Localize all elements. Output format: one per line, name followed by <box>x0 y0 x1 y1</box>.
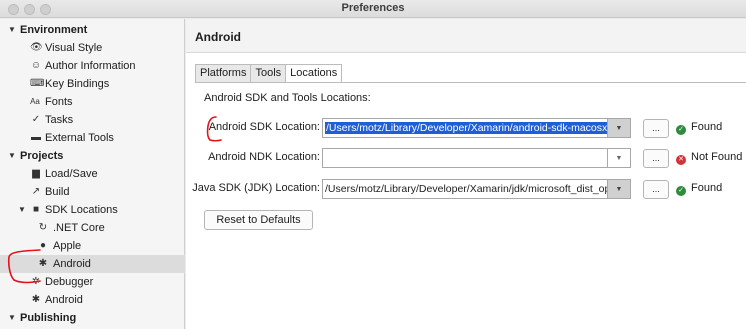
sidebar-item-fonts[interactable]: Aa Fonts <box>0 93 185 111</box>
fonts-icon: Aa <box>30 97 40 106</box>
android-ndk-location-label: Android NDK Location: <box>208 151 320 163</box>
sidebar-item-load-save[interactable]: ▆ Load/Save <box>0 165 185 183</box>
section-title: Android SDK and Tools Locations: <box>204 92 371 104</box>
android-sdk-status: ✓ Found <box>676 121 722 135</box>
java-sdk-location-field[interactable]: /Users/motz/Library/Developer/Xamarin/jd… <box>322 179 608 199</box>
error-icon: ✕ <box>676 155 686 165</box>
status-text: Found <box>691 121 723 133</box>
java-sdk-status: ✓ Found <box>676 182 722 196</box>
tab-bar: Platforms Tools Locations <box>195 64 343 83</box>
android-sdk-dropdown-button[interactable]: ▼ <box>608 118 631 138</box>
disclosure-open-icon[interactable]: ▼ <box>8 309 16 327</box>
android-ndk-location-field[interactable] <box>322 148 608 168</box>
sidebar-category-publishing[interactable]: ▼ Publishing <box>0 309 185 327</box>
sidebar-item-apple[interactable]: ● Apple <box>0 237 185 255</box>
sidebar-item-label: .NET Core <box>53 222 105 234</box>
preferences-sidebar: ▼ Environment 👁 Visual Style ☺ Author In… <box>0 19 185 329</box>
sidebar-item-label: Publishing <box>20 312 77 324</box>
checkmark-icon: ✓ <box>31 114 41 125</box>
sidebar-item-debugger[interactable]: ✲ Debugger <box>0 273 185 291</box>
toolbox-icon: ▬ <box>31 132 41 143</box>
sidebar-item-label: Visual Style <box>45 42 103 54</box>
android-icon: ✱ <box>31 294 41 305</box>
folder-icon: ■ <box>32 204 40 215</box>
sidebar-category-projects[interactable]: ▼ Projects <box>0 147 185 165</box>
android-ndk-status: ✕ Not Found <box>676 151 742 165</box>
sidebar-item-label: External Tools <box>45 132 114 144</box>
android-settings-panel: Android Platforms Tools Locations Androi… <box>186 19 746 329</box>
tab-platforms[interactable]: Platforms <box>195 64 251 83</box>
android-sdk-location-label: Android SDK Location: <box>208 121 320 133</box>
android-icon: ✱ <box>38 258 48 269</box>
selected-text: /Users/motz/Library/Developer/Xamarin/an… <box>325 122 608 134</box>
sidebar-item-android[interactable]: ✱ Android <box>0 291 185 309</box>
sidebar-item-label: SDK Locations <box>45 204 118 216</box>
apple-icon: ● <box>39 240 47 251</box>
android-ndk-browse-button[interactable]: ... <box>643 149 669 168</box>
checkmark-icon: ✓ <box>676 186 686 196</box>
android-ndk-location-row: Android NDK Location: ▼ ... ✕ Not Found <box>186 148 746 168</box>
sidebar-item-label: Environment <box>20 24 88 36</box>
sidebar-item-label: Author Information <box>45 60 136 72</box>
sidebar-item-sdk-locations[interactable]: ▼ ■ SDK Locations <box>0 201 185 219</box>
status-text: Found <box>691 182 723 194</box>
sidebar-item-sdk-android[interactable]: ✱ Android <box>0 255 185 273</box>
tab-locations[interactable]: Locations <box>285 64 343 83</box>
status-text: Not Found <box>691 151 743 163</box>
sidebar-item-label: Build <box>45 186 70 198</box>
disclosure-open-icon[interactable]: ▼ <box>8 21 16 39</box>
hammer-icon: ↗ <box>31 186 41 197</box>
window-title: Preferences <box>341 2 405 14</box>
drive-icon: ▆ <box>32 168 40 179</box>
sidebar-item-label: Fonts <box>45 96 73 108</box>
sidebar-item-label: Apple <box>53 240 82 252</box>
sidebar-item-label: Android <box>53 258 91 270</box>
sidebar-item-dotnet-core[interactable]: ↻ .NET Core <box>0 219 185 237</box>
sidebar-category-environment[interactable]: ▼ Environment <box>0 21 185 39</box>
java-sdk-browse-button[interactable]: ... <box>643 180 669 199</box>
disclosure-open-icon[interactable]: ▼ <box>18 201 26 219</box>
sidebar-item-label: Debugger <box>45 276 94 288</box>
sidebar-item-label: Load/Save <box>45 168 98 180</box>
android-sdk-location-row: Android SDK Location: /Users/motz/Librar… <box>186 118 746 138</box>
java-sdk-location-row: Java SDK (JDK) Location: /Users/motz/Lib… <box>186 179 746 199</box>
panel-title: Android <box>195 30 241 44</box>
sidebar-item-label: Tasks <box>45 114 74 126</box>
sidebar-item-build[interactable]: ↗ Build <box>0 183 185 201</box>
sidebar-item-label: Android <box>45 294 83 306</box>
reset-to-defaults-button[interactable]: Reset to Defaults <box>204 210 313 230</box>
bug-icon: ✲ <box>31 276 41 287</box>
sidebar-item-external-tools[interactable]: ▬ External Tools <box>0 129 185 147</box>
sidebar-item-author-information[interactable]: ☺ Author Information <box>0 57 185 75</box>
title-bar: Preferences <box>0 0 746 18</box>
java-sdk-location-label: Java SDK (JDK) Location: <box>192 182 320 194</box>
sidebar-item-label: Projects <box>20 150 64 162</box>
eye-icon: 👁 <box>30 42 43 53</box>
tab-divider <box>195 82 746 83</box>
smiley-icon: ☺ <box>30 60 42 71</box>
sidebar-item-key-bindings[interactable]: ⌨ Key Bindings <box>0 75 185 93</box>
tab-tools[interactable]: Tools <box>250 64 286 83</box>
panel-header: Android <box>186 19 746 53</box>
java-sdk-dropdown-button[interactable]: ▼ <box>608 179 631 199</box>
sidebar-item-label: Key Bindings <box>45 78 110 90</box>
sidebar-item-visual-style[interactable]: 👁 Visual Style <box>0 39 185 57</box>
android-ndk-dropdown-button[interactable]: ▼ <box>608 148 631 168</box>
keyboard-icon: ⌨ <box>30 78 45 89</box>
android-sdk-location-field[interactable]: /Users/motz/Library/Developer/Xamarin/an… <box>322 118 608 138</box>
disclosure-open-icon[interactable]: ▼ <box>8 147 16 165</box>
sidebar-item-tasks[interactable]: ✓ Tasks <box>0 111 185 129</box>
android-sdk-browse-button[interactable]: ... <box>643 119 669 138</box>
checkmark-icon: ✓ <box>676 125 686 135</box>
dotnet-icon: ↻ <box>38 222 48 233</box>
